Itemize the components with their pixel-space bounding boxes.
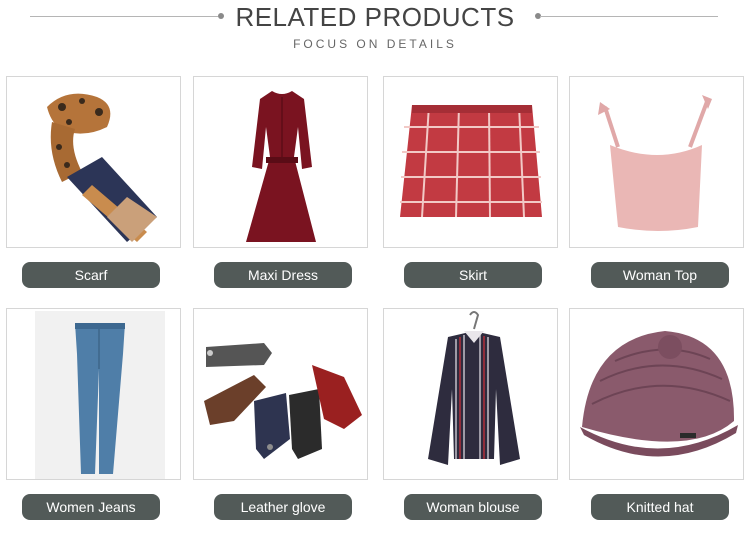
section-header: RELATED PRODUCTS FOCUS ON DETAILS xyxy=(0,0,750,60)
product-label-woman-blouse[interactable]: Woman blouse xyxy=(404,494,542,520)
product-card-leather-glove[interactable] xyxy=(193,308,368,480)
product-card-woman-top[interactable] xyxy=(569,76,744,248)
product-label-maxi-dress[interactable]: Maxi Dress xyxy=(214,262,352,288)
women-jeans-image xyxy=(35,311,165,479)
woman-blouse-image xyxy=(428,311,520,465)
section-title: RELATED PRODUCTS xyxy=(235,2,515,32)
knitted-hat-image xyxy=(580,331,738,457)
scarf-image xyxy=(47,93,157,242)
product-card-knitted-hat[interactable] xyxy=(569,308,744,480)
product-card-maxi-dress[interactable] xyxy=(193,76,368,248)
woman-top-image xyxy=(598,95,712,231)
skirt-image xyxy=(400,104,542,218)
product-label-woman-top[interactable]: Woman Top xyxy=(591,262,729,288)
product-label-skirt[interactable]: Skirt xyxy=(404,262,542,288)
product-label-scarf[interactable]: Scarf xyxy=(22,262,160,288)
product-label-leather-glove[interactable]: Leather glove xyxy=(214,494,352,520)
product-card-woman-blouse[interactable] xyxy=(383,308,558,480)
header-divider-right xyxy=(540,16,718,17)
product-card-women-jeans[interactable] xyxy=(6,308,181,480)
product-label-women-jeans[interactable]: Women Jeans xyxy=(22,494,160,520)
product-card-scarf[interactable] xyxy=(6,76,181,248)
section-subtitle: FOCUS ON DETAILS xyxy=(293,37,457,51)
leather-glove-image xyxy=(204,343,362,459)
product-card-skirt[interactable] xyxy=(383,76,558,248)
maxi-dress-image xyxy=(246,91,316,242)
product-label-knitted-hat[interactable]: Knitted hat xyxy=(591,494,729,520)
